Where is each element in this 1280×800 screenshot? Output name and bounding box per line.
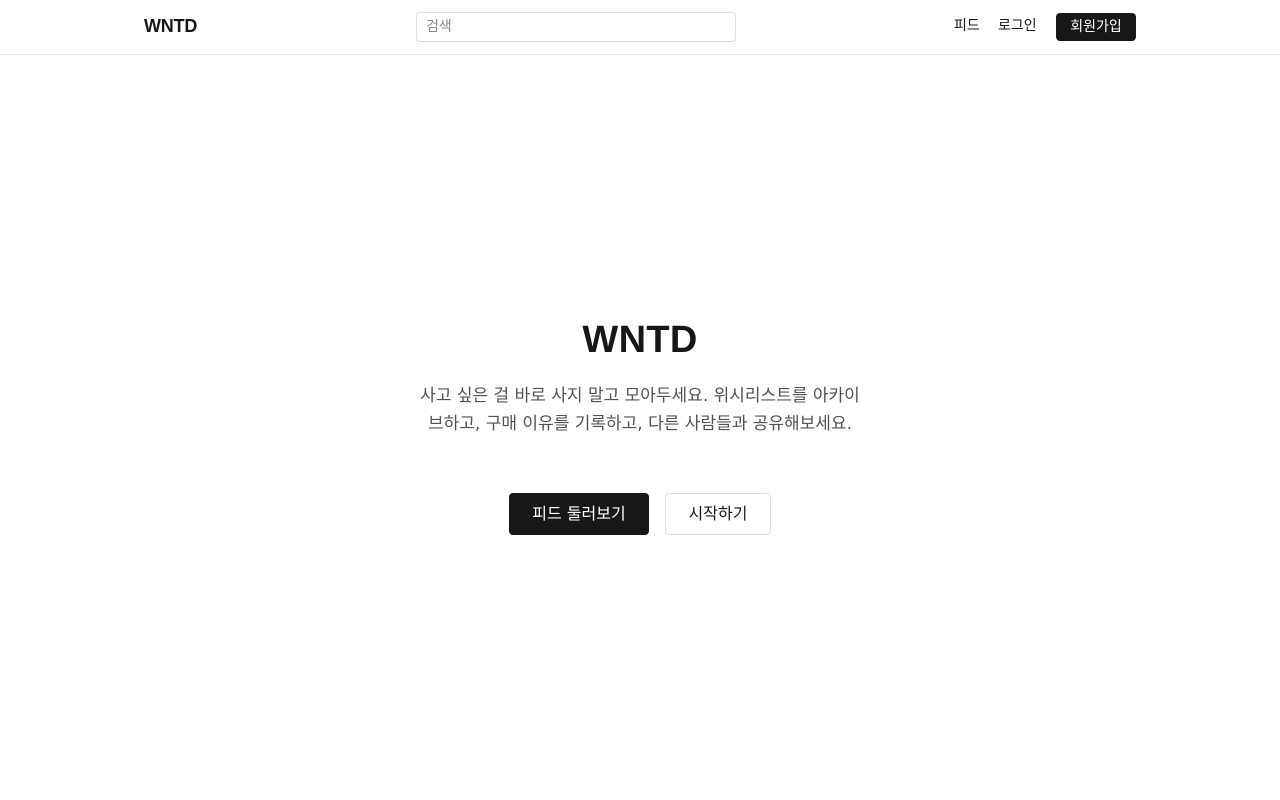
browse-feed-button[interactable]: 피드 둘러보기 — [509, 493, 649, 535]
search-input[interactable] — [416, 12, 736, 42]
top-header: WNTD 피드 로그인 회원가입 — [0, 0, 1280, 55]
get-started-button[interactable]: 시작하기 — [665, 493, 771, 535]
signup-button[interactable]: 회원가입 — [1056, 13, 1136, 41]
nav-login-link[interactable]: 로그인 — [998, 17, 1037, 35]
hero-title: WNTD — [582, 319, 698, 361]
hero-section: WNTD 사고 싶은 걸 바로 사지 말고 모아두세요. 위시리스트를 아카이브… — [0, 318, 1280, 438]
hero-description: 사고 싶은 걸 바로 사지 말고 모아두세요. 위시리스트를 아카이브하고, 구… — [420, 386, 860, 434]
hero-actions: 피드 둘러보기 시작하기 — [0, 493, 1280, 535]
nav-feed-link[interactable]: 피드 — [954, 17, 980, 35]
logo-link[interactable]: WNTD — [144, 15, 197, 37]
